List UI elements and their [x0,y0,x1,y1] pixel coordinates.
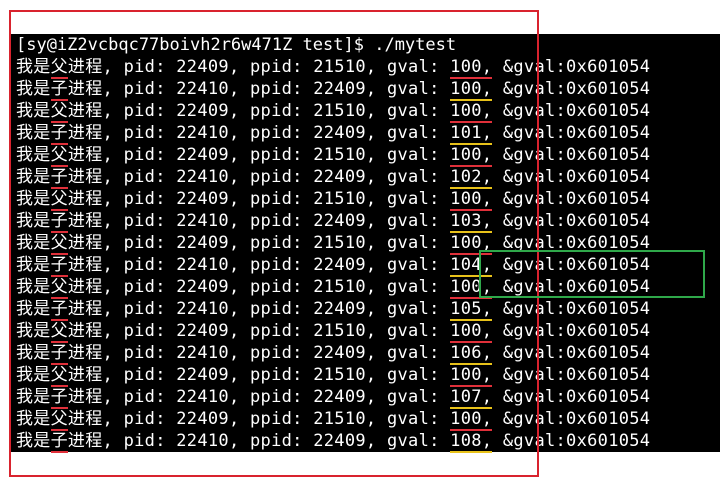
screenshot-stage: [sy@iZ2vcbqc77boivh2r6w471Z test]$ ./myt… [0,0,726,493]
green-annotation-box [479,250,705,298]
red-annotation-box [9,10,539,477]
